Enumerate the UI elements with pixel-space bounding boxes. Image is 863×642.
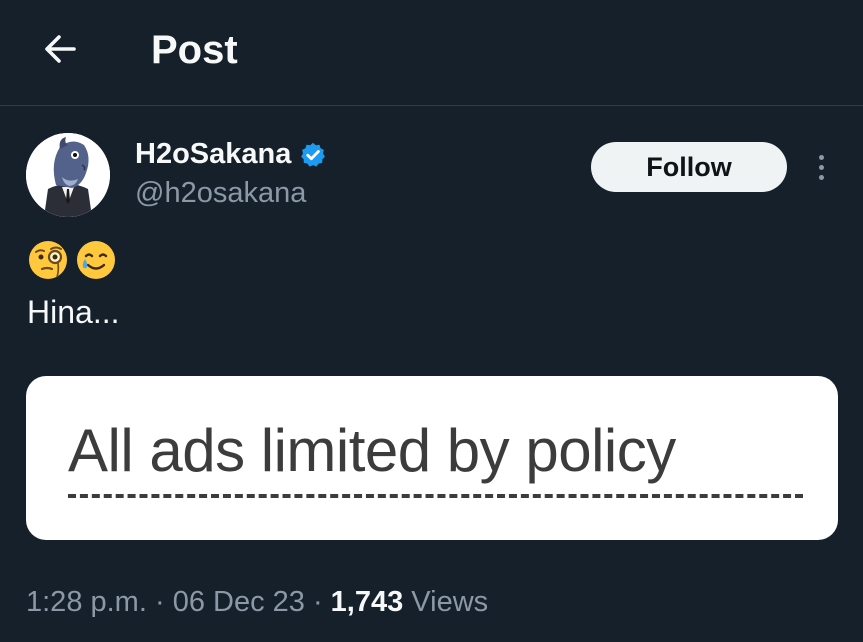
author-handle[interactable]: @h2osakana bbox=[135, 177, 306, 210]
avatar[interactable] bbox=[26, 133, 110, 217]
author-display-name[interactable]: H2oSakana bbox=[135, 138, 291, 171]
post-media-image[interactable]: All ads limited by policy bbox=[26, 376, 838, 540]
top-bar: Post bbox=[0, 0, 863, 106]
post-text: Hina... bbox=[27, 294, 120, 330]
arrow-left-icon bbox=[45, 35, 76, 63]
author-name-row: H2oSakana bbox=[135, 138, 327, 171]
page-title: Post bbox=[151, 28, 238, 72]
media-image-text: All ads limited by policy bbox=[68, 417, 676, 484]
views-count: 1,743 bbox=[330, 586, 404, 618]
post-date[interactable]: 06 Dec 23 bbox=[173, 586, 305, 618]
smiling-face-with-tear-emoji bbox=[77, 241, 115, 279]
post-time[interactable]: 1:28 p.m. bbox=[26, 586, 147, 618]
follow-button[interactable]: Follow bbox=[591, 142, 787, 192]
more-vertical-icon-dot bbox=[818, 164, 824, 170]
more-vertical-icon-dot bbox=[818, 174, 824, 180]
meta-separator: · bbox=[304, 586, 331, 618]
avatar-fish-character-image bbox=[26, 133, 110, 217]
media-dashed-underline bbox=[68, 494, 803, 498]
views-label: Views bbox=[403, 586, 489, 618]
more-vertical-icon bbox=[818, 154, 824, 160]
more-options-button[interactable] bbox=[806, 148, 836, 186]
verified-badge-icon bbox=[301, 142, 326, 167]
post-metadata: 1:28 p.m. · 06 Dec 23 · 1,743 Views bbox=[26, 586, 488, 619]
post-emoji-row bbox=[27, 239, 117, 281]
face-with-monocle-emoji bbox=[29, 241, 67, 279]
back-button[interactable] bbox=[30, 24, 90, 74]
meta-separator: · bbox=[146, 586, 173, 618]
